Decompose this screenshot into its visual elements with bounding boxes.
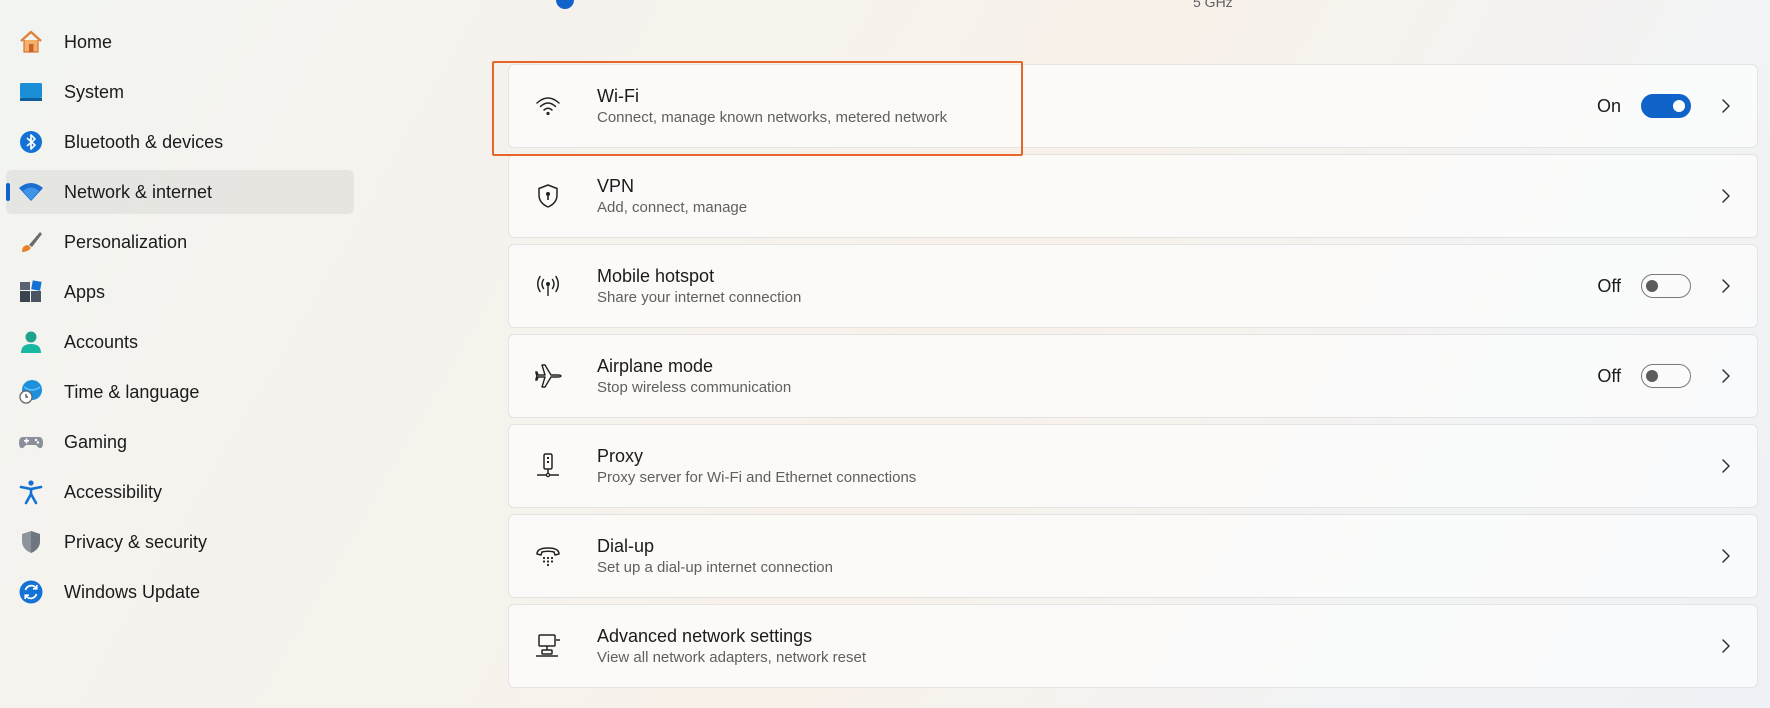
sidebar-item-label: Network & internet <box>64 181 213 202</box>
mobile-hotspot-toggle[interactable] <box>1641 274 1691 298</box>
network-band-label: 5 GHz <box>1193 0 1233 10</box>
shield-icon <box>18 529 44 555</box>
vpn-description: Add, connect, manage <box>597 198 748 216</box>
dial-up-title: Dial-up <box>597 535 655 556</box>
chevron-right-icon <box>1719 187 1733 205</box>
chevron-right-icon <box>1719 97 1733 115</box>
sidebar-item-personalization[interactable]: Personalization <box>6 220 354 264</box>
chevron-right-icon <box>1719 637 1733 655</box>
wifi-icon <box>18 179 44 205</box>
update-icon <box>18 579 44 605</box>
wifi-toggle[interactable] <box>1641 94 1691 118</box>
sidebar-item-apps[interactable]: Apps <box>6 270 354 314</box>
sidebar-item-label: System <box>64 81 125 102</box>
network-adapter-icon <box>531 629 565 663</box>
sidebar-nav: Home System Bluetooth & devices Network … <box>0 20 360 620</box>
sidebar-item-accounts[interactable]: Accounts <box>6 320 354 364</box>
vpn-title: VPN <box>597 175 635 196</box>
home-icon <box>18 29 44 55</box>
sidebar-item-label: Privacy & security <box>64 531 208 552</box>
airplane-mode-toggle-state: Off <box>1597 365 1621 386</box>
vpn-card[interactable]: VPN Add, connect, manage <box>508 154 1758 238</box>
sidebar-item-network[interactable]: Network & internet <box>6 170 354 214</box>
airplane-mode-title: Airplane mode <box>597 355 714 376</box>
sidebar-item-system[interactable]: System <box>6 70 354 114</box>
sidebar-item-home[interactable]: Home <box>6 20 354 64</box>
dial-up-description: Set up a dial-up internet connection <box>597 558 833 576</box>
sidebar-item-label: Accounts <box>64 331 139 352</box>
wifi-description: Connect, manage known networks, metered … <box>597 108 948 126</box>
slider-thumb[interactable] <box>556 0 574 9</box>
chevron-right-icon <box>1719 367 1733 385</box>
airplane-mode-description: Stop wireless communication <box>597 378 792 396</box>
sidebar-item-label: Gaming <box>64 431 128 452</box>
mobile-hotspot-title: Mobile hotspot <box>597 265 715 286</box>
sidebar-item-label: Bluetooth & devices <box>64 131 224 152</box>
dialup-icon <box>531 539 565 573</box>
vpn-shield-icon <box>531 179 565 213</box>
sidebar-item-time-language[interactable]: Time & language <box>6 370 354 414</box>
wifi-toggle-state: On <box>1596 95 1621 116</box>
sidebar-item-label: Home <box>64 31 113 52</box>
sidebar-item-label: Time & language <box>64 381 200 402</box>
airplane-icon <box>531 359 565 393</box>
chevron-right-icon <box>1719 277 1733 295</box>
sidebar-item-privacy[interactable]: Privacy & security <box>6 520 354 564</box>
sidebar-item-label: Windows Update <box>64 581 201 602</box>
sidebar-item-gaming[interactable]: Gaming <box>6 420 354 464</box>
proxy-icon <box>531 449 565 483</box>
accessibility-icon <box>18 479 44 505</box>
network-settings-list: Wi-Fi Connect, manage known networks, me… <box>508 64 1758 694</box>
proxy-title: Proxy <box>597 445 644 466</box>
hotspot-icon <box>531 269 565 303</box>
sidebar-item-accessibility[interactable]: Accessibility <box>6 470 354 514</box>
advanced-network-settings-card[interactable]: Advanced network settings View all netwo… <box>508 604 1758 688</box>
bluetooth-icon <box>18 129 44 155</box>
sidebar-item-label: Personalization <box>64 231 188 252</box>
wifi-card[interactable]: Wi-Fi Connect, manage known networks, me… <box>508 64 1758 148</box>
dial-up-card[interactable]: Dial-up Set up a dial-up internet connec… <box>508 514 1758 598</box>
sidebar-item-label: Apps <box>64 281 106 302</box>
mobile-hotspot-description: Share your internet connection <box>597 288 802 306</box>
sidebar-item-windows-update[interactable]: Windows Update <box>6 570 354 614</box>
proxy-card[interactable]: Proxy Proxy server for Wi-Fi and Etherne… <box>508 424 1758 508</box>
mobile-hotspot-toggle-state: Off <box>1597 275 1621 296</box>
wifi-icon <box>531 89 565 123</box>
proxy-description: Proxy server for Wi-Fi and Ethernet conn… <box>597 468 917 486</box>
brush-icon <box>18 229 44 255</box>
sidebar-item-bluetooth[interactable]: Bluetooth & devices <box>6 120 354 164</box>
advanced-network-settings-description: View all network adapters, network reset <box>597 648 867 666</box>
wifi-title: Wi-Fi <box>597 85 639 106</box>
apps-icon <box>18 279 44 305</box>
globe-clock-icon <box>18 379 44 405</box>
gamepad-icon <box>18 429 44 455</box>
mobile-hotspot-card[interactable]: Mobile hotspot Share your internet conne… <box>508 244 1758 328</box>
system-icon <box>18 79 44 105</box>
chevron-right-icon <box>1719 457 1733 475</box>
person-icon <box>18 329 44 355</box>
airplane-mode-toggle[interactable] <box>1641 364 1691 388</box>
airplane-mode-card[interactable]: Airplane mode Stop wireless communicatio… <box>508 334 1758 418</box>
sidebar-item-label: Accessibility <box>64 481 163 502</box>
advanced-network-settings-title: Advanced network settings <box>597 625 813 646</box>
chevron-right-icon <box>1719 547 1733 565</box>
